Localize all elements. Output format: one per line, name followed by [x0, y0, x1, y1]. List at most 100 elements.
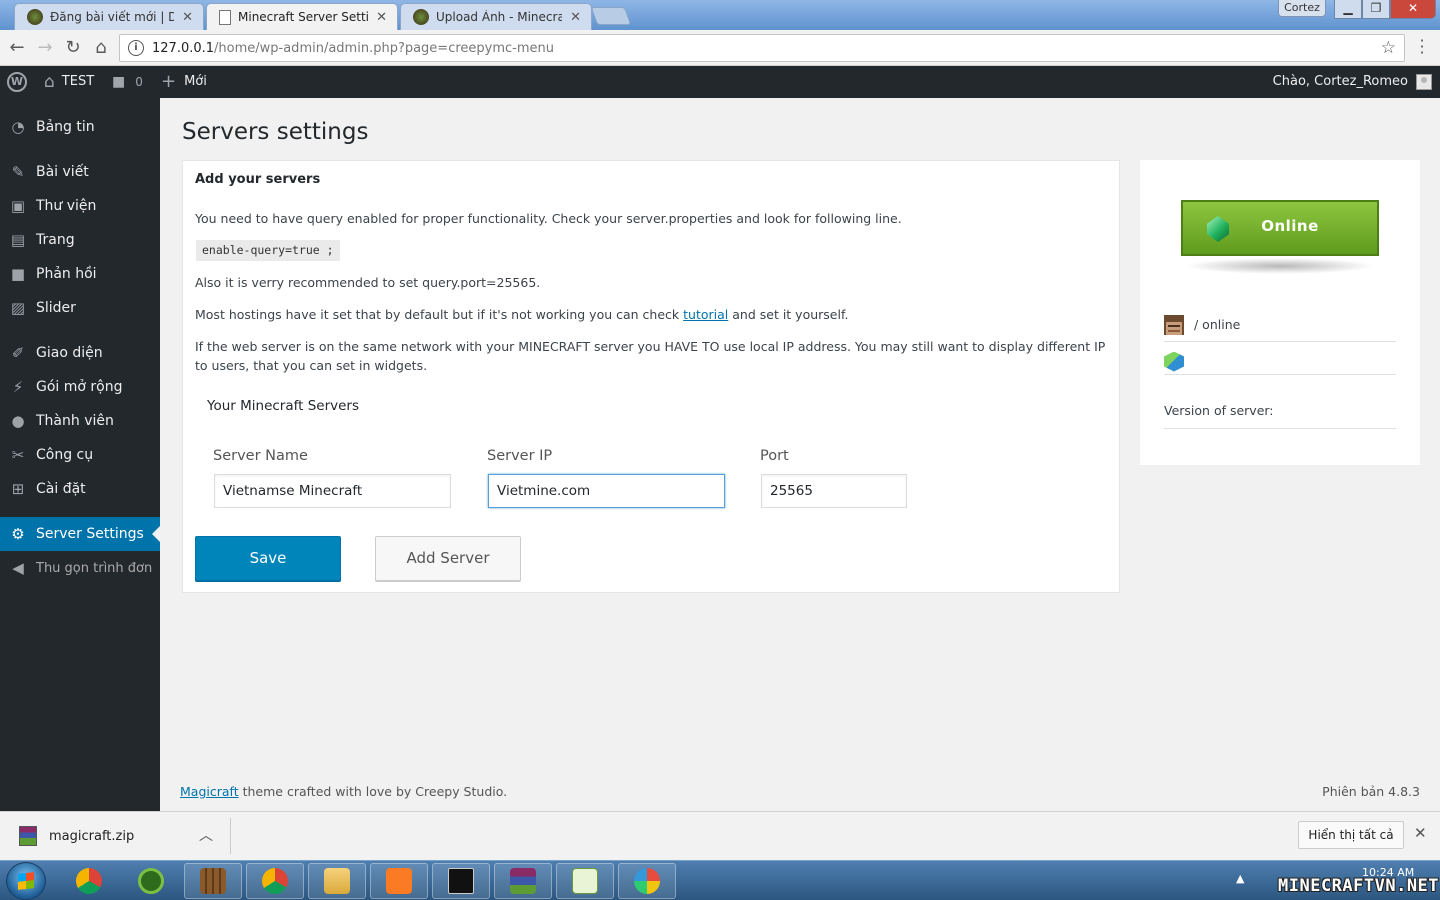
- sidebar-item-posts[interactable]: ✎ Bài viết: [0, 155, 160, 189]
- site-name-link[interactable]: ⌂ TEST: [44, 66, 94, 98]
- close-icon[interactable]: ✕: [570, 10, 581, 25]
- browser-tab-upload[interactable]: Upload Ảnh - Minecraft V ✕: [400, 3, 592, 30]
- wordpress-logo-icon[interactable]: W: [7, 66, 27, 98]
- image-icon: ▨: [10, 299, 26, 317]
- sidebar-item-slider[interactable]: ▨ Slider: [0, 291, 160, 325]
- taskbar-app-green[interactable]: [122, 863, 180, 899]
- sidebar-item-tools[interactable]: ✂ Công cụ: [0, 438, 160, 472]
- window-close-button[interactable]: ✕: [1390, 0, 1436, 19]
- forward-arrow-icon[interactable]: →: [33, 36, 57, 60]
- archive-file-icon: [19, 826, 37, 846]
- maximize-button[interactable]: ❐: [1362, 0, 1390, 19]
- document-favicon-icon: [219, 9, 231, 25]
- sidebar-item-plugins[interactable]: ⚡ Gói mở rộng: [0, 370, 160, 404]
- minimize-button[interactable]: ▁: [1334, 0, 1362, 19]
- emerald-icon: [1207, 216, 1229, 242]
- xampp-icon: [386, 868, 412, 894]
- port-label: Port: [760, 448, 789, 464]
- show-all-downloads-button[interactable]: Hiển thị tất cả: [1298, 821, 1404, 849]
- taskbar-chrome[interactable]: [60, 863, 118, 899]
- sidebar-item-server-settings[interactable]: ⚙ Server Settings: [0, 517, 160, 551]
- tutorial-link[interactable]: tutorial: [683, 307, 728, 322]
- network-note: If the web server is on the same network…: [195, 339, 1106, 373]
- version-icon-row: [1164, 349, 1396, 375]
- comments-count: 0: [135, 75, 143, 89]
- server-status-badge: Online: [1181, 200, 1379, 256]
- profile-badge[interactable]: Cortez: [1278, 0, 1326, 17]
- download-file-name[interactable]: magicraft.zip: [49, 829, 134, 844]
- credit-text: theme crafted with love by Creepy Studio…: [242, 784, 508, 799]
- sidebar-item-dashboard[interactable]: ◔ Bảng tin: [0, 110, 160, 144]
- close-icon[interactable]: ✕: [182, 10, 193, 25]
- footer-version: Phiên bản 4.8.3: [1322, 784, 1420, 799]
- taskbar-winrar[interactable]: [494, 863, 552, 899]
- sidebar-item-comments[interactable]: ■ Phản hồi: [0, 257, 160, 291]
- archive-icon: [510, 868, 536, 894]
- server-name-input[interactable]: Vietnamse Minecraft: [214, 474, 451, 508]
- taskbar-cmd[interactable]: [432, 863, 490, 899]
- intro-text: You need to have query enabled for prope…: [195, 211, 902, 226]
- close-icon[interactable]: ✕: [376, 10, 387, 25]
- browser-tab-forum[interactable]: Đăng bài viết mới | Diễn Đ ✕: [14, 3, 204, 30]
- hosting-note: Most hostings have it set that by defaul…: [195, 305, 1110, 324]
- browser-menu-icon[interactable]: · · ·: [1414, 33, 1430, 61]
- bookmark-star-icon[interactable]: ☆: [1381, 38, 1396, 58]
- folder-icon: [324, 868, 350, 894]
- close-icon[interactable]: ✕: [1414, 824, 1427, 842]
- hosting-note-text: Most hostings have it set that by defaul…: [195, 307, 680, 322]
- new-content-link[interactable]: + Mới: [161, 66, 207, 98]
- sidebar-item-label: Công cụ: [36, 447, 94, 463]
- crafting-table-icon: [200, 868, 226, 894]
- version-row: Version of server:: [1164, 392, 1396, 429]
- notepad-icon: [572, 868, 598, 894]
- sidebar-item-label: Gói mở rộng: [36, 379, 123, 395]
- gear-icon: ⚙: [11, 525, 25, 543]
- new-label: Mới: [184, 74, 207, 89]
- sidebar-item-settings[interactable]: ⊞ Cài đặt: [0, 472, 160, 506]
- add-server-button[interactable]: Add Server: [375, 536, 521, 581]
- plus-icon: +: [161, 71, 177, 92]
- sidebar-item-users[interactable]: ● Thành viên: [0, 404, 160, 438]
- home-icon[interactable]: ⌂: [89, 36, 113, 60]
- taskbar-chrome-active[interactable]: [246, 863, 304, 899]
- taskbar-minecraft[interactable]: [184, 863, 242, 899]
- tray-expand-icon[interactable]: ▲: [1236, 872, 1244, 885]
- sidebar-item-label: Phản hồi: [36, 266, 97, 282]
- comments-link[interactable]: ■ 0: [112, 66, 143, 98]
- start-button[interactable]: [6, 862, 46, 900]
- port-note: Also it is verry recommended to set quer…: [195, 275, 541, 290]
- browser-tab-server-settings[interactable]: Minecraft Server Settings ✕: [206, 3, 398, 30]
- my-account-link[interactable]: Chào, Cortez_Romeo: [1273, 66, 1432, 98]
- new-tab-button[interactable]: [590, 7, 632, 25]
- taskbar-xampp[interactable]: [370, 863, 428, 899]
- port-input[interactable]: 25565: [761, 474, 907, 508]
- wrench-icon: ✂: [11, 446, 25, 464]
- watermark-text: MINECRAFTVN.NET: [1278, 876, 1440, 896]
- admin-sidebar: ◔ Bảng tin ✎ Bài viết ▣ Thư viện ▤ Trang ■ Ph…: [0, 98, 160, 811]
- theme-link[interactable]: Magicraft: [180, 784, 239, 799]
- sidebar-item-pages[interactable]: ▤ Trang: [0, 223, 160, 257]
- windows-taskbar: ▲ 10:24 AM MINECRAFTVN.NET: [0, 860, 1440, 900]
- address-bar[interactable]: i 127.0.0.1 /home/wp-admin/admin.php?pag…: [119, 34, 1405, 62]
- sidebar-item-media[interactable]: ▣ Thư viện: [0, 189, 160, 223]
- chevron-up-icon[interactable]: ︿: [199, 825, 213, 845]
- code-snippet: enable-query=true ;: [196, 240, 340, 261]
- sidebar-item-label: Bảng tin: [36, 119, 95, 135]
- collapse-menu-button[interactable]: ◀ Thu gọn trình đơn: [0, 551, 160, 585]
- taskbar-paint[interactable]: [618, 863, 676, 899]
- back-arrow-icon[interactable]: ←: [5, 36, 29, 60]
- taskbar-explorer[interactable]: [308, 863, 366, 899]
- sidebar-item-appearance[interactable]: ✐ Giao diện: [0, 336, 160, 370]
- info-icon[interactable]: i: [128, 40, 144, 56]
- site-name: TEST: [61, 74, 95, 89]
- server-status-widget: Online / online Version of server:: [1140, 160, 1420, 465]
- server-ip-input[interactable]: Vietmine.com: [488, 474, 725, 508]
- save-button[interactable]: Save: [195, 536, 341, 581]
- player-head-icon: [1164, 314, 1184, 335]
- dashboard-icon: ◔: [11, 118, 25, 136]
- taskbar-notepad[interactable]: [556, 863, 614, 899]
- tab-title: Minecraft Server Settings: [238, 10, 368, 24]
- wp-admin-bar: W ⌂ TEST ■ 0 + Mới Chào, Cortez_Romeo: [0, 66, 1440, 98]
- sidebar-item-label: Thành viên: [36, 413, 114, 429]
- reload-icon[interactable]: ↻: [61, 36, 85, 60]
